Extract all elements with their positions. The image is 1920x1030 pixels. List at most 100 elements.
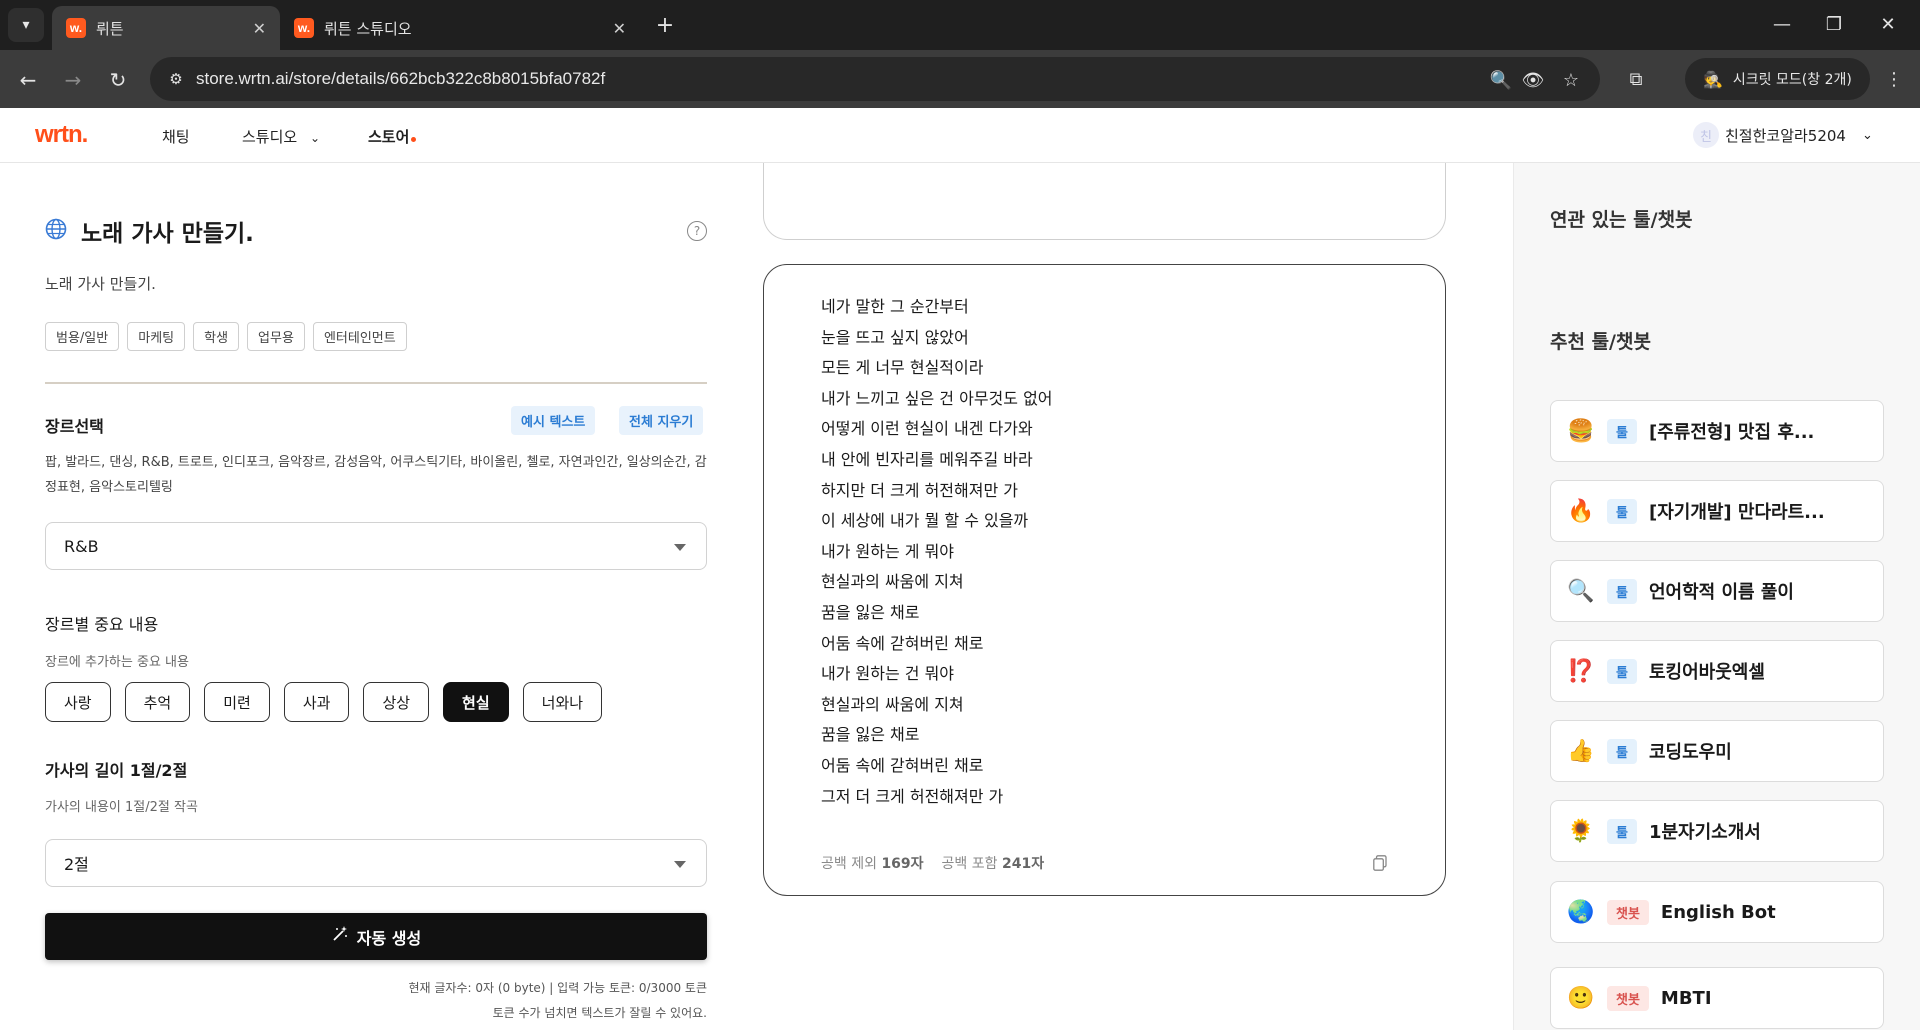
tag[interactable]: 업무용 [247,322,305,351]
recommended-card[interactable]: 🙂 챗봇 MBTI [1550,967,1884,1029]
more-vertical-icon: ⋮ [1885,68,1903,90]
tag[interactable]: 마케팅 [127,322,186,351]
stat-value: 241자 [1001,856,1045,872]
tool-title-row: 노래 가사 만들기. ? [45,215,707,247]
copy-icon[interactable] [1373,855,1387,871]
zoom-icon[interactable]: 🔍 [1488,67,1514,93]
emoji-icon: 🌏 [1567,899,1595,925]
back-button[interactable]: ← [12,64,44,96]
forward-button[interactable]: → [57,64,89,96]
nav-studio[interactable]: 스튜디오 ⌄ [242,126,320,147]
example-text-button[interactable]: 예시 텍스트 [511,406,596,435]
nav-chat[interactable]: 채팅 [162,126,190,147]
site-info-icon[interactable]: ⚙ [156,70,196,88]
tab-title: 뤼튼 스튜디오 [324,19,412,38]
chip[interactable]: 상상 [363,682,430,722]
eye-off-icon[interactable]: 👁 [1520,67,1546,93]
tab-wrtn-studio[interactable]: w. 뤼튼 스튜디오 ✕ [280,6,640,50]
recommended-card[interactable]: 👍 툴 코딩도우미 [1550,720,1884,782]
lyric-line: 어둠 속에 갇혀버린 채로 [821,755,984,775]
generate-button[interactable]: 자동 생성 [45,913,707,960]
lyric-line: 현실과의 싸움에 지쳐 [821,694,964,714]
minimize-icon: — [1773,13,1791,35]
arrow-right-icon: → [64,68,82,92]
close-icon[interactable]: ✕ [253,19,266,38]
emoji-icon: 🔍 [1567,578,1595,604]
user-name: 친절한코알라5204 [1725,126,1846,145]
chip[interactable]: 추억 [124,682,191,722]
clear-all-button[interactable]: 전체 지우기 [619,406,704,435]
wrtn-logo[interactable]: wrtn. [35,121,88,149]
chip[interactable]: 사과 [283,682,350,722]
stat-value: 169자 [881,856,924,872]
reload-button[interactable]: ↻ [102,64,134,96]
tab-search-button[interactable]: ▾ [8,8,44,42]
length-select[interactable]: 2절 [45,839,707,887]
recommended-card[interactable]: ⁉️ 툴 토킹어바웃엑셀 [1550,640,1884,702]
incognito-label: 시크릿 모드(창 2개) [1732,72,1852,88]
chip-selected[interactable]: 현실 [443,682,509,722]
tab-title: 뤼튼 [96,19,124,38]
magic-wand-icon [331,925,349,948]
menu-button[interactable]: ⋮ [1880,65,1908,93]
lyrics-text[interactable]: 네가 말한 그 순간부터 눈을 뜨고 싶지 않았어 모든 게 너무 현실적이라 내가 … [821,292,1053,812]
genre-select[interactable]: R&B [45,522,707,570]
star-icon[interactable]: ☆ [1558,67,1584,93]
nav-store[interactable]: 스토어 [368,126,417,147]
emoji-icon: 🌻 [1567,818,1595,844]
chip[interactable]: 너와나 [522,682,603,722]
avatar: 친 [1693,122,1719,148]
lyric-line: 내 안에 빈자리를 메워주길 바라 [821,449,1033,469]
new-tab-button[interactable]: + [650,10,680,40]
user-menu[interactable]: 친 친절한코알라5204 ⌄ [1693,122,1873,148]
tab-wrtn[interactable]: w. 뤼튼 ✕ [52,6,280,50]
lyric-line: 네가 말한 그 순간부터 [821,297,969,316]
tag-list: 범용/일반 마케팅 학생 업무용 엔터테인먼트 [45,322,407,351]
arrow-left-icon: ← [19,68,37,92]
genre-select-value: R&B [64,536,99,556]
related-heading: 연관 있는 툴/챗봇 [1550,209,1693,231]
recommended-heading: 추천 툴/챗봇 [1550,331,1651,353]
recommended-card[interactable]: 🌏 챗봇 English Bot [1550,881,1884,943]
incognito-icon: 🕵 [1703,69,1723,89]
content-sublabel: 장르에 추가하는 중요 내용 [45,655,189,670]
extensions-button[interactable]: ⧉ [1622,65,1650,93]
tag[interactable]: 학생 [193,322,240,351]
url-text[interactable]: store.wrtn.ai/store/details/662bcb322c8b… [196,69,605,89]
window-close-button[interactable]: ✕ [1868,8,1908,40]
minimize-button[interactable]: — [1762,8,1802,40]
token-warning-text: 토큰 수가 넘치면 텍스트가 잘릴 수 있어요. [492,1006,707,1020]
browser-toolbar: ← → ↻ ⚙ store.wrtn.ai/store/details/662b… [0,50,1920,108]
result-card: 네가 말한 그 순간부터 눈을 뜨고 싶지 않았어 모든 게 너무 현실적이라 내가 … [763,264,1446,896]
lyric-line: 모든 게 너무 현실적이라 [821,358,984,378]
recommended-card[interactable]: 🍔 툴 [주류전형] 맛집 후... [1550,400,1884,462]
previous-result-card [763,163,1446,240]
globe-icon [45,218,67,245]
close-icon: ✕ [1880,13,1896,35]
caret-down-icon [674,544,686,551]
tool-description: 노래 가사 만들기. [45,275,156,293]
tag[interactable]: 범용/일반 [45,322,120,351]
close-icon[interactable]: ✕ [613,19,626,38]
chip[interactable]: 미련 [204,682,270,722]
help-icon[interactable]: ? [687,221,707,241]
length-select-value: 2절 [64,855,89,874]
recommended-card[interactable]: 🌻 툴 1분자기소개서 [1550,800,1884,862]
tool-badge: 툴 [1607,418,1637,444]
recommended-name: [자기개발] 만다라트... [1648,502,1825,523]
lyric-line: 내가 느끼고 싶은 건 아무것도 없어 [821,388,1053,408]
incognito-indicator[interactable]: 🕵 시크릿 모드(창 2개) [1685,58,1870,100]
recommended-card[interactable]: 🔥 툴 [자기개발] 만다라트... [1550,480,1884,542]
recommended-card[interactable]: 🔍 툴 언어학적 이름 풀이 [1550,560,1884,622]
genre-options-text: 팝, 발라드, 댄싱, R&B, 트로트, 인디포크, 음악장르, 감성음악, … [45,455,707,495]
tag[interactable]: 엔터테인먼트 [312,322,407,351]
nav-studio-label: 스튜디오 [242,128,298,146]
length-sublabel: 가사의 내용이 1절/2절 작곡 [45,800,198,815]
address-bar[interactable]: ⚙ store.wrtn.ai/store/details/662bcb322c… [150,57,1600,101]
tool-badge: 툴 [1607,818,1637,844]
caret-down-icon [674,861,686,868]
maximize-button[interactable]: ❐ [1814,8,1854,40]
recommended-name: 언어학적 이름 풀이 [1648,582,1794,603]
chip[interactable]: 사랑 [45,682,111,722]
stat-label: 공백 포함 [941,856,998,872]
